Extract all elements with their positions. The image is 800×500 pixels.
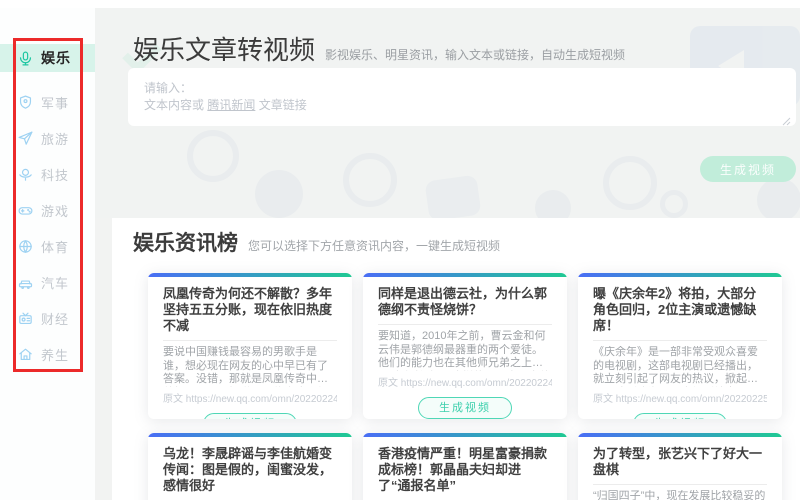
basketball-icon [17,238,34,255]
page-header: 娱乐文章转视频影视娱乐、明星资讯，输入文本或链接，自动生成短视频 [133,30,625,67]
laugh-face-pattern-shape [603,156,657,210]
sidebar-item-label: 军事 [41,93,69,112]
home-icon [17,346,34,363]
card-generate-video-button[interactable]: 生成视频 [418,397,512,419]
page-title: 娱乐文章转视频 [133,30,315,67]
generate-video-button[interactable]: 生成视频 [700,156,796,182]
input-placeholder-line1: 请输入： [144,80,780,97]
sidebar-item-label: 体育 [41,237,69,256]
article-card: 凤凰传奇为何还不解散？多年坚持五五分账，现在依旧热度不减 要说中国赚钱最容易的男… [148,273,352,419]
layout-gap [95,218,112,500]
paper-plane-icon [17,130,34,147]
small-ring-pattern-shape [660,190,688,218]
textarea-resize-handle[interactable] [782,113,791,122]
placeholder-prefix: 文本内容或 [144,98,207,112]
article-excerpt: 要知道，2010年之前，曹云金和何云伟是郭德纲最器重的两个爱徒。他们的能力也在其… [378,330,552,371]
article-title: 凤凰传奇为何还不解散？多年坚持五五分账，现在依旧热度不减 [163,286,337,334]
sidebar-item-finance[interactable]: 财经 [0,304,95,332]
category-sidebar: 娱乐 军事 旅游 科技 游戏 体育 汽车 财经 [0,8,95,500]
article-card: 香港疫情严重！明星富豪捐款成标榜！郭晶晶夫妇却进了“通报名单” 香港如今面临着疫… [363,433,567,500]
article-text-input[interactable]: 请输入： 文本内容或 腾讯新闻 文章链接 [128,68,796,126]
divider [378,324,552,325]
divider [593,484,767,485]
card-generate-video-button[interactable]: 生成视频 [633,413,727,420]
tv-icon [17,310,34,327]
sidebar-item-sports[interactable]: 体育 [0,232,95,260]
article-card: 曝《庆余年2》将拍，大部分角色回归，2位主演或遗憾缺席！ 《庆余年》是一部非常受… [578,273,782,419]
article-title: 曝《庆余年2》将拍，大部分角色回归，2位主演或遗憾缺席！ [593,286,767,334]
sidebar-item-travel[interactable]: 旅游 [0,124,95,152]
tencent-news-link[interactable]: 腾讯新闻 [207,98,255,112]
sidebar-item-health[interactable]: 养生 [0,340,95,368]
page-subtitle: 影视娱乐、明星资讯，输入文本或链接，自动生成短视频 [325,48,625,62]
feed-header: 娱乐资讯榜您可以选择下方任意资讯内容，一键生成短视频 [133,227,500,257]
sidebar-item-technology[interactable]: 科技 [0,160,95,188]
shield-icon [17,94,34,111]
satellite-icon [17,166,34,183]
sidebar-item-label: 科技 [41,165,69,184]
divider [593,340,767,341]
article-source-link[interactable]: 原文 https://new.qq.com/omn/20220225/20220… [593,390,767,405]
article-card: 同样是退出德云社，为什么郭德纲不责怪烧饼？ 要知道，2010年之前，曹云金和何云… [363,273,567,419]
feed-title: 娱乐资讯榜 [133,227,238,257]
input-placeholder-line2: 文本内容或 腾讯新闻 文章链接 [144,97,780,114]
article-title: 乌龙！李晟辟谣与李佳航婚变传闻：图是假的，闺蜜没发，感情很好 [163,446,337,494]
car-icon [17,274,34,291]
article-source-link[interactable]: 原文 https://new.qq.com/omn/20220224/20220… [163,390,337,405]
article-card: 乌龙！李晟辟谣与李佳航婚变传闻：图是假的，闺蜜没发，感情很好 2月28日下午，演… [148,433,352,500]
article-title: 香港疫情严重！明星富豪捐款成标榜！郭晶晶夫妇却进了“通报名单” [378,446,552,494]
sidebar-item-label: 游戏 [41,201,69,220]
placeholder-suffix: 文章链接 [255,98,306,112]
article-source-link[interactable]: 原文 https://new.qq.com/omn/20220224/20220… [378,374,552,389]
divider [163,340,337,341]
music-circle-pattern-shape [255,170,303,218]
sidebar-item-military[interactable]: 军事 [0,88,95,116]
article-title: 为了转型，张艺兴下了好大一盘棋 [593,446,767,478]
sidebar-item-entertainment[interactable]: 娱乐 [0,44,95,72]
card-generate-video-button[interactable]: 生成视频 [203,413,297,420]
feed-subtitle: 您可以选择下方任意资讯内容，一键生成短视频 [248,239,500,253]
sidebar-item-label: 财经 [41,309,69,328]
film-reel-pattern-shape [757,178,800,222]
article-excerpt: 《庆余年》是一部非常受观众喜爱的电视剧，这部电视剧已经播出，就立刻引起了网友的热… [593,346,767,387]
clapperboard-pattern-shape [424,175,481,222]
article-excerpt: “归国四子”中，现在发展比较稳妥的无疑是张艺兴，在音乐方面有自己的风格，有耳熟能… [593,490,767,500]
app-window: 娱乐 军事 旅游 科技 游戏 体育 汽车 财经 [0,0,800,500]
film-reel-pattern-shape [187,130,239,182]
article-title: 同样是退出德云社，为什么郭德纲不责怪烧饼？ [378,286,552,318]
sidebar-item-label: 养生 [41,345,69,364]
article-excerpt: 要说中国赚钱最容易的男歌手是谁，想必现在网友的心中早已有了答案。没错，那就是凤凰… [163,346,337,387]
sidebar-item-label: 旅游 [41,129,69,148]
microphone-icon [17,50,34,67]
sidebar-item-label: 汽车 [41,273,69,292]
gamepad-icon [17,202,34,219]
smiley-pattern-shape [343,153,397,207]
article-card: 为了转型，张艺兴下了好大一盘棋 “归国四子”中，现在发展比较稳妥的无疑是张艺兴，… [578,433,782,500]
sidebar-item-label: 娱乐 [41,48,71,68]
sidebar-item-cars[interactable]: 汽车 [0,268,95,296]
sidebar-item-games[interactable]: 游戏 [0,196,95,224]
